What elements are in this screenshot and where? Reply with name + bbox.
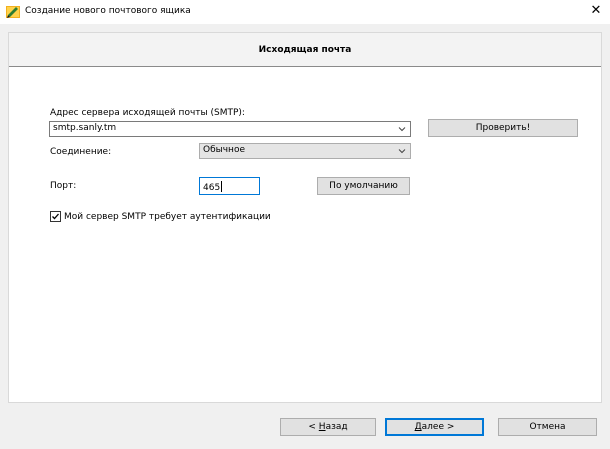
cancel-button[interactable]: Отмена [498,418,597,436]
checkmark-icon [52,213,59,220]
default-port-button[interactable]: По умолчанию [317,177,410,195]
mail-app-icon [6,6,20,18]
connection-select[interactable]: Обычное [199,143,411,159]
smtp-server-combobox[interactable]: smtp.sanly.tm [49,121,411,137]
port-input[interactable]: 465 [199,177,260,195]
back-mnemonic: Н [318,422,326,432]
smtp-server-label: Адрес сервера исходящей почты (SMTP): [50,108,245,118]
next-button[interactable]: Далее > [385,418,484,436]
content-panel: Исходящая почта Адрес сервера исходящей … [8,32,602,403]
auth-checkbox-label[interactable]: Мой сервер SMTP требует аутентификации [64,212,271,222]
auth-checkbox[interactable] [50,211,61,222]
connection-value: Обычное [203,145,245,155]
next-label: алее [421,422,444,432]
port-value: 465 [203,181,223,193]
smtp-server-value: smtp.sanly.tm [53,123,117,133]
back-button[interactable]: < Назад [280,418,376,436]
close-icon[interactable]: ✕ [588,3,604,19]
check-button[interactable]: Проверить! [428,119,578,137]
back-label: азад [325,422,348,432]
panel-header: Исходящая почта [9,33,601,67]
page-title: Исходящая почта [258,45,352,55]
port-label: Порт: [50,181,77,191]
chevron-down-icon [398,149,406,154]
next-suffix: > [443,422,455,432]
back-prefix: < [308,422,319,432]
connection-label: Соединение: [50,147,112,157]
window-title: Создание нового почтового ящика [25,6,191,16]
title-bar: Создание нового почтового ящика ✕ [0,0,610,24]
chevron-down-icon [398,127,406,132]
next-mnemonic: Д [414,422,422,432]
